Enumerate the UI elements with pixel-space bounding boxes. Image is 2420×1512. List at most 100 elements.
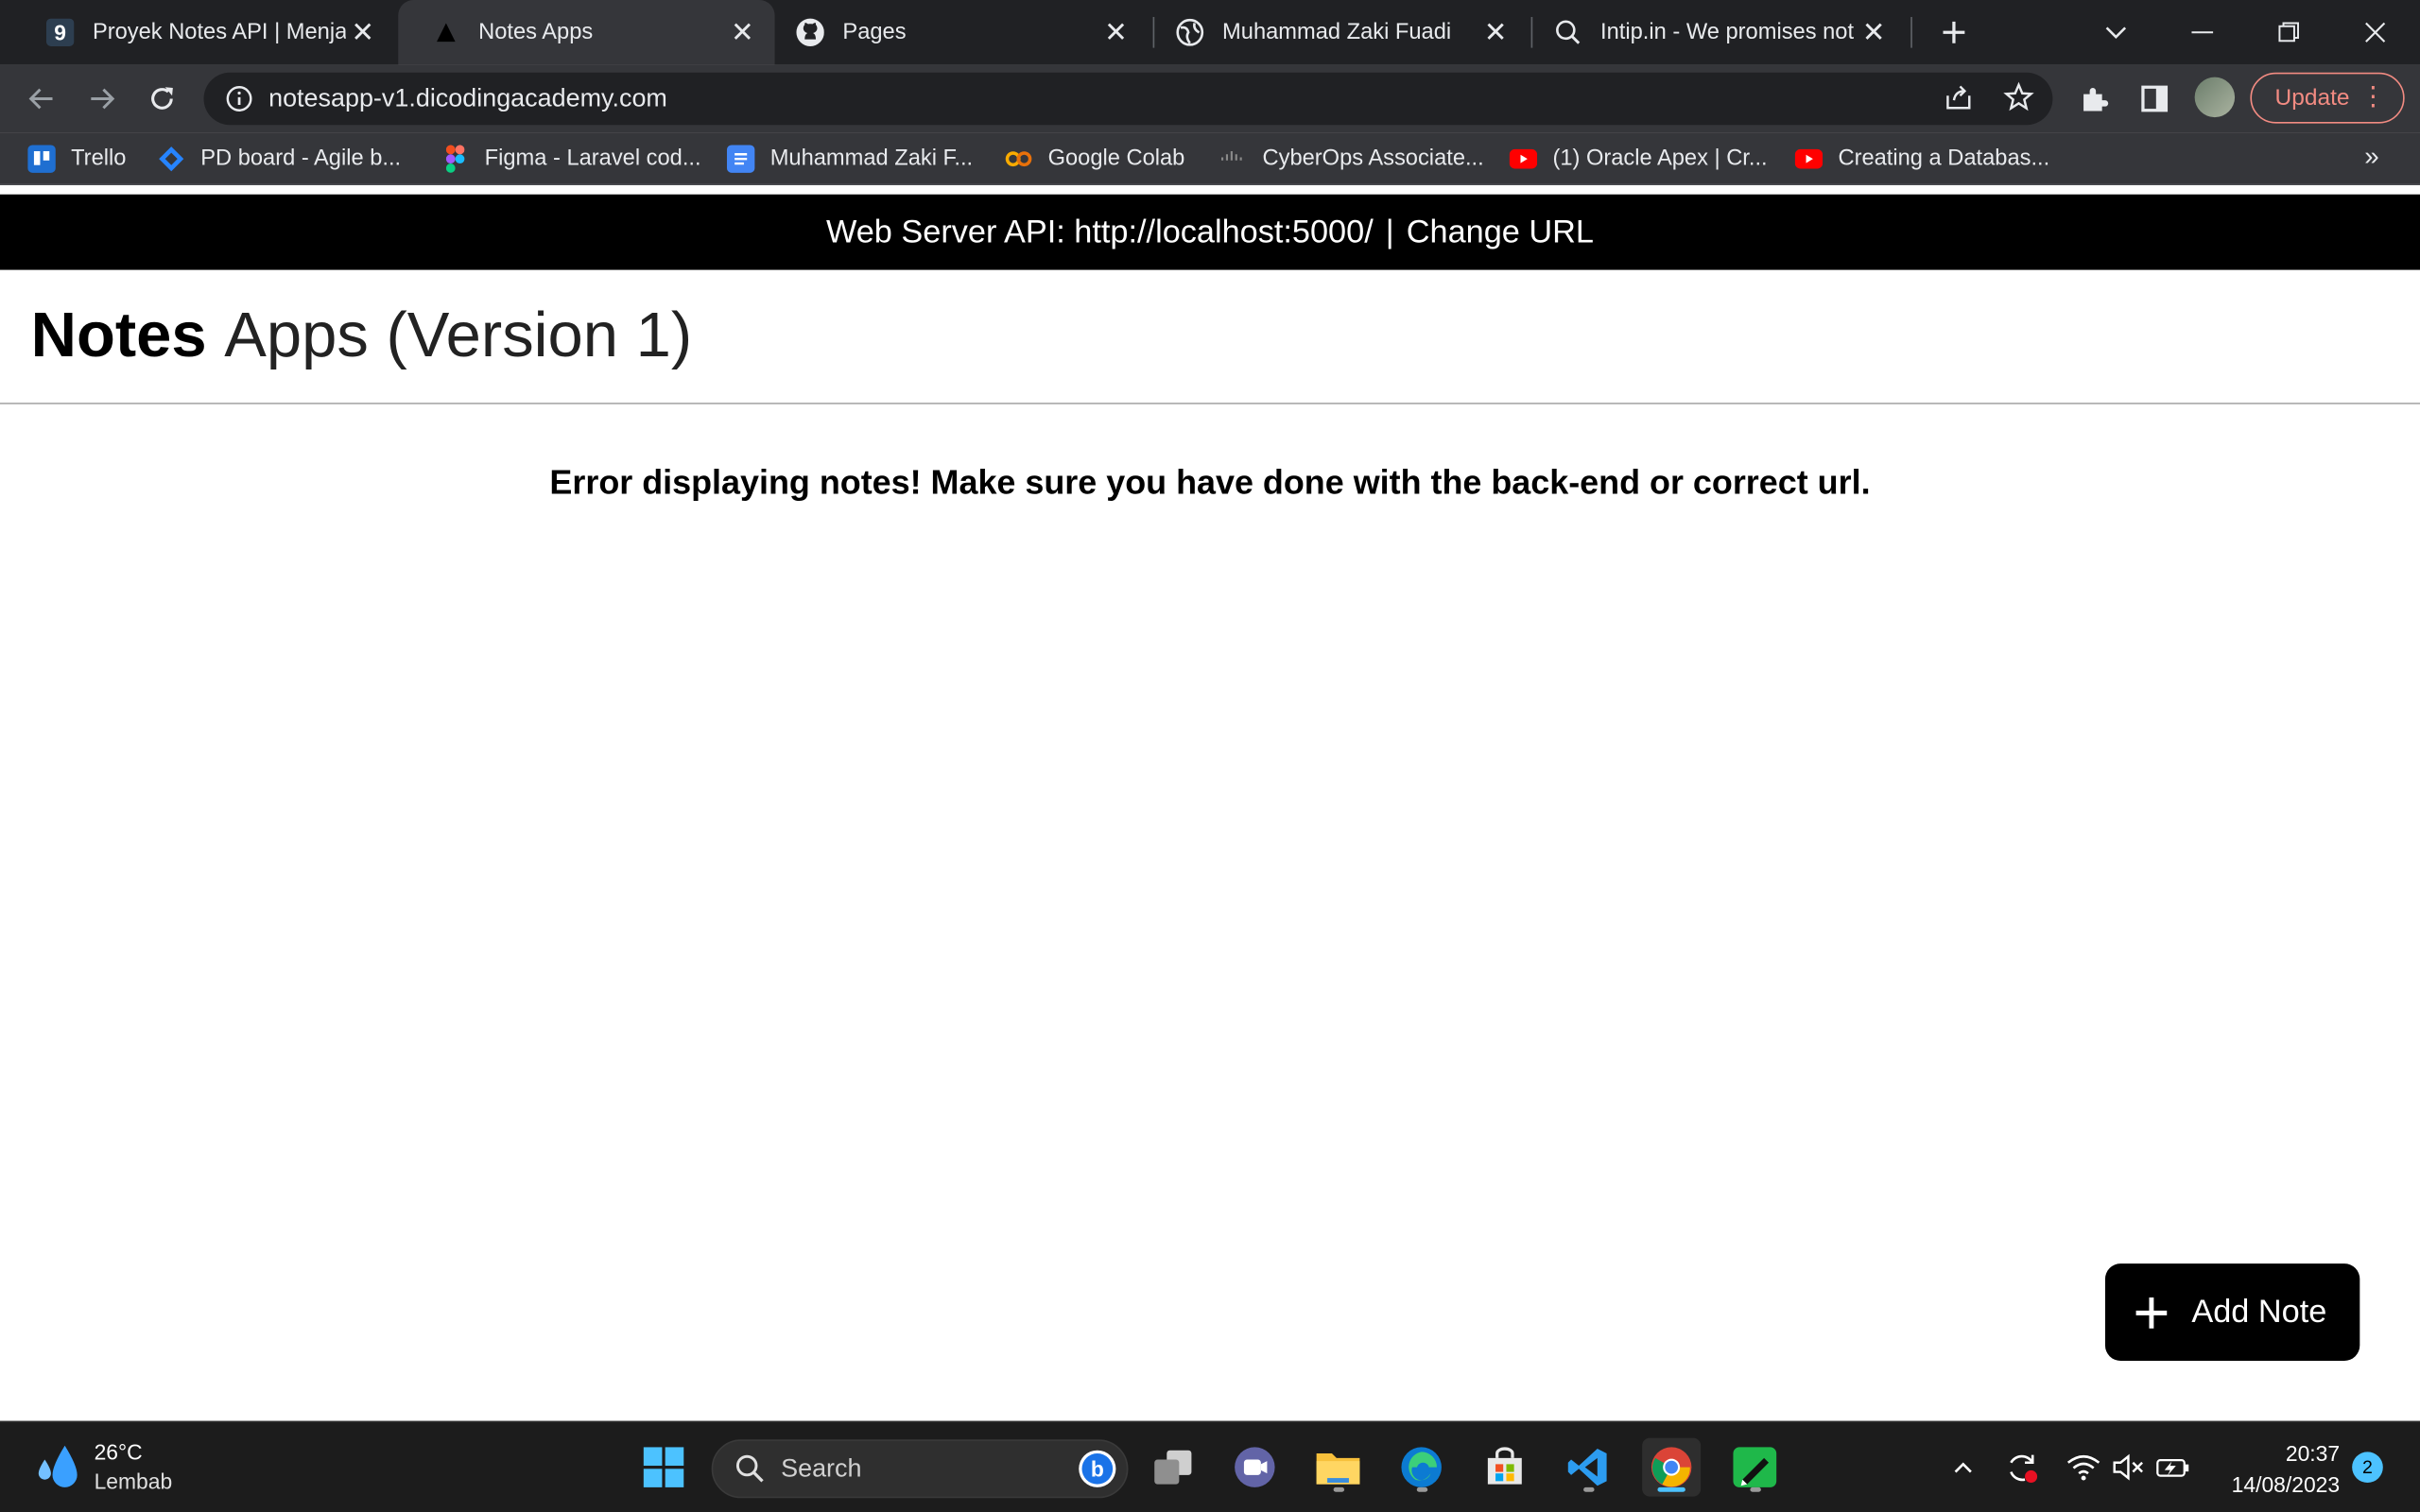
show-hidden-icons-button[interactable]: [1946, 1451, 1980, 1485]
bookmark-label: Figma - Laravel cod...: [484, 146, 701, 172]
update-label: Update: [2274, 84, 2350, 112]
volume-button[interactable]: [2111, 1451, 2145, 1485]
figma-icon: [441, 145, 469, 173]
bookmark-creating-database[interactable]: Creating a Databas...: [1794, 144, 2049, 175]
close-icon[interactable]: ✕: [1857, 15, 1891, 49]
search-icon: [735, 1454, 764, 1483]
bookmark-figma[interactable]: Figma - Laravel cod...: [441, 144, 701, 175]
cisco-icon: [1219, 145, 1247, 172]
bookmark-star-button[interactable]: [2000, 78, 2037, 115]
taskbar-search[interactable]: Search b: [711, 1439, 1129, 1499]
pen-app-icon: [1733, 1447, 1777, 1487]
api-label: Web Server API: http://localhost:5000/: [825, 214, 1374, 249]
battery-charging-icon: [2156, 1459, 2189, 1477]
close-icon[interactable]: ✕: [725, 15, 759, 49]
chevron-down-icon: [2105, 26, 2127, 40]
screen: 9 Proyek Notes API | Menjadi ✕ Notes App…: [0, 0, 2420, 1512]
app-header: Notes Apps (Version 1): [0, 269, 2420, 404]
restore-button[interactable]: [2246, 0, 2332, 65]
page-title-bold: Notes: [30, 299, 207, 370]
wifi-icon: [2066, 1454, 2100, 1481]
running-indicator: [1583, 1486, 1595, 1492]
tab-intip-in[interactable]: Intip.in - We promises not ✕: [1520, 0, 1906, 65]
tab-search-button[interactable]: [2073, 0, 2159, 65]
sync-status-button[interactable]: [2005, 1451, 2039, 1485]
tab-muhammad-zaki-fuadi[interactable]: Muhammad Zaki Fuadi ✕: [1142, 0, 1528, 65]
task-view-button[interactable]: [1144, 1438, 1202, 1497]
change-url-link[interactable]: Change URL: [1407, 214, 1594, 250]
api-separator: |: [1385, 214, 1394, 249]
youtube-icon: [1794, 145, 1824, 172]
bookmark-cyberops[interactable]: CyberOps Associate...: [1219, 144, 1484, 175]
bookmark-label: Muhammad Zaki F...: [769, 146, 974, 172]
side-panel-button[interactable]: [2135, 78, 2174, 118]
teams-chat-button[interactable]: [1225, 1438, 1284, 1497]
info-icon: [226, 86, 252, 112]
new-tab-button[interactable]: [1934, 12, 1974, 52]
arrow-left-icon: [28, 88, 53, 110]
file-explorer-button[interactable]: [1308, 1438, 1367, 1497]
extensions-button[interactable]: [2074, 78, 2114, 118]
page-title-light: Apps (Version 1): [224, 299, 693, 370]
bookmark-trello[interactable]: Trello: [27, 144, 126, 175]
bookmark-oracle-apex[interactable]: (1) Oracle Apex | Cr...: [1509, 144, 1768, 175]
tab-proyek-notes-api[interactable]: 9 Proyek Notes API | Menjadi ✕: [12, 0, 395, 65]
bookmarks-overflow-icon[interactable]: »: [2364, 142, 2378, 173]
bookmark-label: Trello: [71, 146, 127, 172]
puzzle-icon: [2083, 88, 2109, 112]
chrome-button[interactable]: [1642, 1437, 1702, 1497]
notes-app-button[interactable]: [1725, 1438, 1784, 1497]
jira-icon: [158, 145, 185, 172]
more-menu-icon[interactable]: ⋮: [2360, 82, 2386, 113]
running-indicator: [1657, 1486, 1685, 1492]
start-button[interactable]: [634, 1438, 693, 1497]
weather-widget[interactable]: 26°C Lembab: [34, 1438, 172, 1497]
forward-button[interactable]: [78, 76, 125, 122]
edge-button[interactable]: [1392, 1438, 1451, 1497]
bookmark-label: Google Colab: [1047, 146, 1185, 172]
chrome-icon: [1651, 1447, 1692, 1487]
share-button[interactable]: [1940, 78, 1977, 115]
minimize-icon: [2191, 31, 2214, 34]
github-icon: [796, 18, 824, 46]
address-bar[interactable]: notesapp-v1.dicodingacademy.com: [203, 72, 2053, 126]
close-icon[interactable]: ✕: [346, 15, 380, 49]
globe-icon: [1176, 18, 1204, 46]
tab-pages[interactable]: Pages ✕: [763, 0, 1149, 65]
trello-icon: [27, 145, 56, 173]
wifi-button[interactable]: [2066, 1451, 2100, 1485]
reload-button[interactable]: [139, 76, 185, 122]
bookmark-google-colab[interactable]: Google Colab: [1005, 144, 1184, 175]
browser-toolbar: notesapp-v1.dicodingacademy.com: [0, 64, 2420, 133]
colab-icon: [1005, 145, 1032, 172]
minimize-button[interactable]: [2159, 0, 2245, 65]
tab-title: Muhammad Zaki Fuadi: [1222, 20, 1452, 45]
notification-badge[interactable]: 2: [2352, 1452, 2383, 1483]
running-indicator: [1750, 1486, 1761, 1492]
bookmark-muhammad-zaki[interactable]: Muhammad Zaki F...: [726, 144, 974, 175]
close-icon: [2365, 22, 2386, 43]
weather-temperature: 26°C: [94, 1439, 143, 1465]
clock[interactable]: 20:37 14/08/2023: [2210, 1438, 2340, 1500]
triangle-icon: [432, 19, 459, 46]
battery-button[interactable]: [2156, 1451, 2190, 1485]
weather-condition: Lembab: [94, 1469, 173, 1494]
sync-icon: [2010, 1454, 2038, 1483]
search-placeholder: Search: [781, 1453, 862, 1483]
page-title: Notes Apps (Version 1): [31, 300, 692, 372]
microsoft-store-button[interactable]: [1476, 1438, 1534, 1497]
tab-notes-apps[interactable]: Notes Apps ✕: [398, 0, 775, 65]
back-button[interactable]: [19, 76, 65, 122]
add-note-button[interactable]: Add Note: [2104, 1263, 2360, 1361]
bookmark-pd-board[interactable]: PD board - Agile b...: [158, 144, 401, 175]
update-button[interactable]: Update ⋮: [2250, 72, 2405, 124]
close-icon[interactable]: ✕: [1098, 15, 1132, 49]
close-window-button[interactable]: [2332, 0, 2418, 65]
close-icon[interactable]: ✕: [1478, 15, 1512, 49]
profile-avatar[interactable]: [2194, 77, 2236, 118]
clock-date: 14/08/2023: [2231, 1471, 2341, 1497]
tab-title: Pages: [842, 20, 907, 45]
arrow-right-icon: [91, 88, 115, 110]
bookmark-label: (1) Oracle Apex | Cr...: [1552, 146, 1768, 172]
vscode-button[interactable]: [1559, 1438, 1617, 1497]
